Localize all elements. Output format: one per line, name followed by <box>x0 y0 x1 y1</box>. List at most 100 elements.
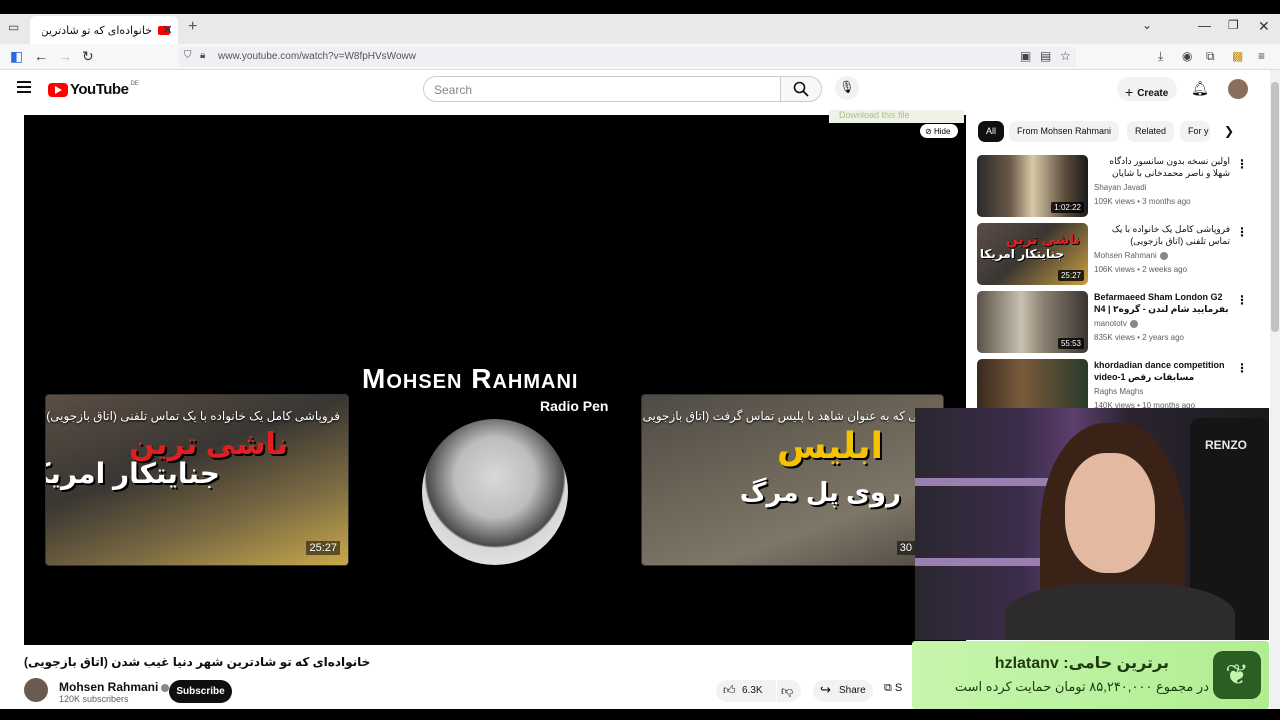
vpn-icon[interactable]: ◉ <box>1182 49 1192 63</box>
browser-tab-active[interactable]: خانواده‌ای که تو شادترین شهر د... ✕ <box>30 16 178 44</box>
video-thumbnail[interactable]: ناشی ترین جنایتکار امریکا 25:27 <box>977 223 1088 285</box>
window-minimize-icon[interactable]: — <box>1198 18 1211 33</box>
picture-in-picture-icon[interactable]: ▣ <box>1020 49 1031 63</box>
search-button[interactable] <box>780 76 822 102</box>
video-title[interactable]: اولین نسخه بدون سانسور دادگاه شهلا و ناص… <box>1094 155 1230 181</box>
recommended-video[interactable]: 55:53 Befarmaeed Sham London G2 N4 | بفر… <box>977 291 1248 355</box>
verified-icon <box>1159 251 1168 260</box>
forward-icon[interactable]: → <box>58 48 72 64</box>
recommended-video[interactable]: 1:02:22 اولین نسخه بدون سانسور دادگاه شه… <box>977 155 1248 219</box>
thumbs-down-icon: 👎︎ <box>781 684 794 698</box>
video-meta: 109K views • 3 months ago <box>1094 197 1191 206</box>
subscriber-count: 120K subscribers <box>59 694 129 704</box>
video-title[interactable]: Befarmaeed Sham London G2 N4 | بفرمایید … <box>1094 291 1230 317</box>
top-supporter-line: برترین حامی: hzlatanv <box>994 655 1169 672</box>
chip-related[interactable]: Related <box>1127 121 1175 142</box>
endcard-duration: 25:27 <box>306 541 340 555</box>
chevron-right-icon[interactable]: ❯ <box>1224 124 1234 138</box>
menu-icon[interactable] <box>17 81 31 95</box>
endcard-headline: ابلیس <box>776 425 883 466</box>
downloads-icon[interactable]: ⤓ <box>1158 49 1163 64</box>
sidebar-toggle-icon[interactable]: ◧ <box>10 48 23 65</box>
channel-name[interactable]: Mohsen Rahmani <box>1094 251 1168 260</box>
leaf-logo-icon: ❦ <box>1213 651 1261 699</box>
screen-top-strip <box>0 0 1280 14</box>
share-arrow-icon[interactable]: ↪ <box>820 682 831 698</box>
window-restore-icon[interactable]: ❐ <box>1228 18 1239 32</box>
save-button[interactable]: ⧉ S <box>884 682 912 704</box>
verified-icon <box>1129 319 1138 328</box>
thumbnail-text: ناشی ترین <box>1005 231 1080 247</box>
channel-name[interactable]: Raghs Maghs <box>1094 387 1143 396</box>
hide-endscreen-button[interactable]: ⊘ Hide <box>920 124 958 138</box>
new-tab-icon[interactable]: + <box>188 18 197 36</box>
bookmark-star-icon[interactable]: ☆ <box>1060 49 1071 63</box>
thumbs-up-icon[interactable]: 👍︎ <box>723 683 736 698</box>
video-meta: 835K views • 2 years ago <box>1094 333 1184 342</box>
donation-total-line: در مجموع ۸۵,۲۴۰,۰۰۰ تومان حمایت کرده است <box>954 679 1209 694</box>
recommended-video[interactable]: ناشی ترین جنایتکار امریکا 25:27 فروپاشی … <box>977 223 1248 287</box>
notifications-bell-icon[interactable]: 🔔︎ <box>1191 80 1209 97</box>
video-title[interactable]: فروپاشی کامل یک خانواده با یک تماس تلفنی… <box>1094 223 1230 247</box>
shield-icon[interactable]: ⛉ <box>184 50 192 61</box>
endcard-duration: 30 <box>896 541 915 555</box>
streamer-webcam-overlay: RENZO <box>915 408 1269 640</box>
voice-search-button[interactable]: 🎙︎ <box>835 76 859 100</box>
tab-list-icon[interactable]: ▭ <box>8 20 19 34</box>
channel-name[interactable]: Shayan Javadi <box>1094 183 1146 192</box>
lock-icon[interactable]: 🔒︎ <box>200 50 205 61</box>
search-input[interactable]: Search <box>423 76 781 102</box>
youtube-logo[interactable]: YouTube DE <box>48 81 139 98</box>
channel-avatar[interactable] <box>24 678 48 702</box>
video-meta: 106K views • 2 weeks ago <box>1094 265 1188 274</box>
subscribe-button[interactable]: Subscribe <box>169 680 232 703</box>
donation-alert: برترین حامی: hzlatanv در مجموع ۸۵,۲۴۰,۰۰… <box>912 641 1269 709</box>
eye-off-icon: ⊘ <box>925 127 934 136</box>
window-close-icon[interactable]: ✕ <box>1258 18 1270 35</box>
streamer-face <box>1065 453 1155 573</box>
extension-badge-icon[interactable]: ▩ <box>1232 49 1243 63</box>
download-file-bar[interactable]: Download this file <box>829 110 964 123</box>
account-avatar[interactable] <box>1228 79 1248 99</box>
channel-name[interactable]: Mohsen Rahmani <box>59 680 170 694</box>
chip-for-you[interactable]: For y <box>1180 121 1210 142</box>
video-thumbnail[interactable]: 1:02:22 <box>977 155 1088 217</box>
video-duration: 25:27 <box>1057 270 1084 281</box>
shelf <box>915 478 1065 486</box>
video-thumbnail[interactable]: 55:53 <box>977 291 1088 353</box>
app-menu-icon[interactable]: ≡ <box>1258 49 1265 63</box>
more-options-icon[interactable]: ⋮ <box>1236 225 1248 239</box>
endscreen-channel-name: Mohsen Rahmani <box>362 363 579 394</box>
channel-name[interactable]: manototv <box>1094 319 1138 328</box>
reader-view-icon[interactable]: ▤ <box>1040 49 1051 63</box>
microphone-icon: 🎙︎ <box>839 80 855 94</box>
dislike-button[interactable]: 👎︎ <box>777 680 801 702</box>
endscreen-subscribe-avatar[interactable] <box>422 419 568 565</box>
endcard-title: قاتلی که به عنوان شاهد با پلیس تماس گرفت… <box>641 409 935 423</box>
youtube-play-icon <box>48 82 68 97</box>
chair-brand: RENZO <box>1205 438 1247 452</box>
logo-text: YouTube <box>70 81 129 98</box>
tab-close-icon[interactable]: ✕ <box>162 22 173 38</box>
more-options-icon[interactable]: ⋮ <box>1236 293 1248 307</box>
back-icon[interactable]: ← <box>34 48 48 64</box>
region-code: DE <box>130 81 139 87</box>
scrollbar-thumb[interactable] <box>1271 82 1279 332</box>
chip-all[interactable]: All <box>978 121 1005 142</box>
more-options-icon[interactable]: ⋮ <box>1236 157 1248 171</box>
tab-dropdown-icon[interactable]: ⌄ <box>1142 18 1152 32</box>
screen-bottom-strip <box>0 709 1280 720</box>
create-button[interactable]: + Create <box>1117 77 1177 101</box>
endcard-subheadline: روی پل مرگ <box>739 477 901 507</box>
streamer-shirt <box>1005 583 1235 640</box>
endscreen-video-card[interactable]: فروپاشی کامل یک خانواده با یک تماس تلفنی… <box>45 394 349 566</box>
hide-label: Hide <box>933 127 951 136</box>
endscreen-video-card[interactable]: قاتلی که به عنوان شاهد با پلیس تماس گرفت… <box>641 394 944 566</box>
reload-icon[interactable]: ↻ <box>82 48 94 65</box>
video-title[interactable]: khordadian dance competition video-1 مسا… <box>1094 359 1230 385</box>
more-options-icon[interactable]: ⋮ <box>1236 361 1248 375</box>
thumbnail-text: جنایتکار امریکا <box>979 247 1064 261</box>
extensions-icon[interactable]: ⧉ <box>1206 49 1215 64</box>
url-field[interactable]: ⛉ 🔒︎ www.youtube.com/watch?v=W8fpHVsWoww <box>178 47 1076 67</box>
chip-from-channel[interactable]: From Mohsen Rahmani <box>1009 121 1120 142</box>
